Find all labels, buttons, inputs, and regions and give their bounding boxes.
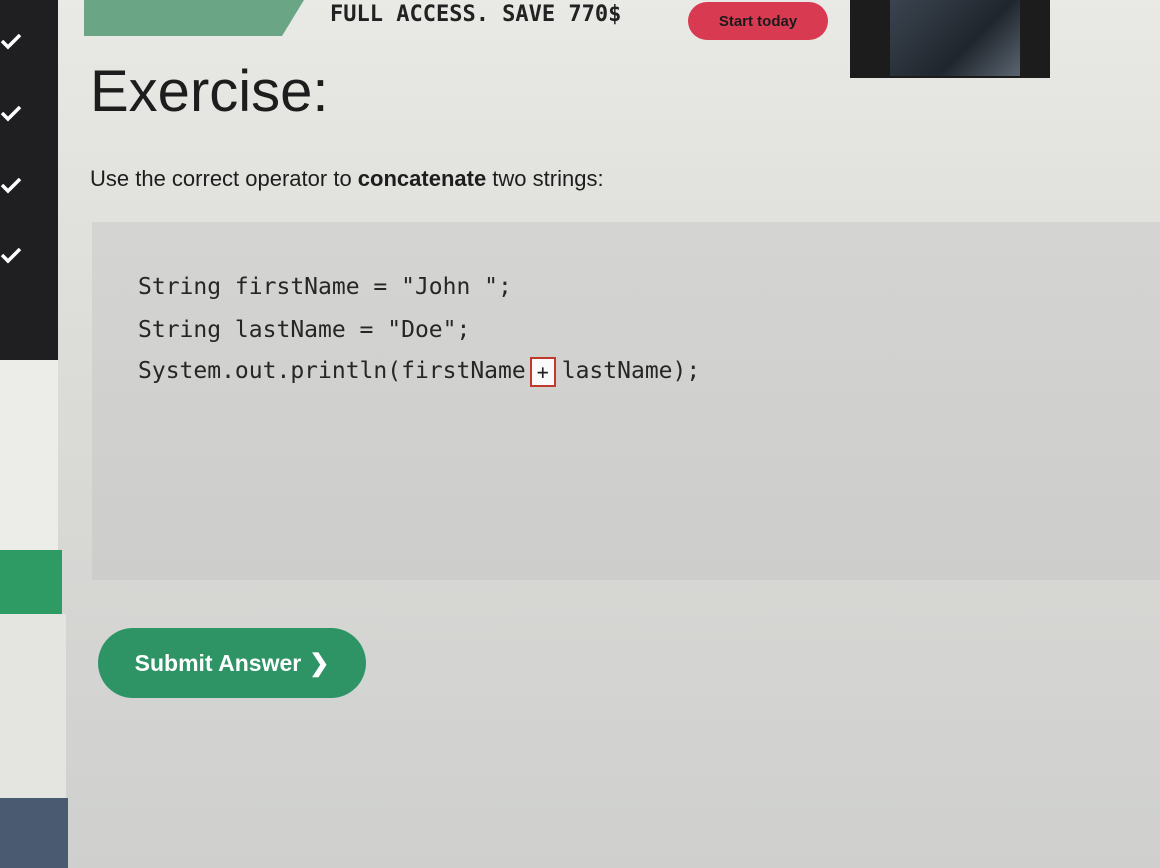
- code-line-1: String firstName = "John ";: [138, 274, 512, 300]
- code-line-3-before: System.out.println(firstName: [138, 358, 526, 384]
- checkmark-icon: [0, 104, 22, 122]
- promo-photo: [890, 0, 1020, 76]
- submit-answer-label: Submit Answer: [134, 649, 302, 676]
- code-line-2: String lastName = "Doe";: [138, 317, 471, 343]
- answer-input[interactable]: [529, 356, 556, 387]
- submit-answer-button[interactable]: Submit Answer ❯: [98, 628, 366, 698]
- sidebar-item-active[interactable]: [0, 550, 62, 614]
- sidebar-item[interactable]: [0, 798, 68, 868]
- promo-image: [850, 0, 1050, 78]
- instruction-keyword: concatenate: [357, 166, 487, 191]
- sidebar-item[interactable]: [0, 614, 66, 798]
- code-line-3: System.out.println(firstName lastName);: [138, 356, 700, 387]
- exercise-instruction: Use the correct operator to concatenate …: [90, 166, 604, 192]
- checkmark-icon: [0, 176, 22, 194]
- sidebar: [0, 0, 68, 868]
- promo-text: FULL ACCESS. SAVE 770$: [330, 2, 622, 27]
- start-today-button[interactable]: Start today: [688, 2, 828, 40]
- promo-banner-left: [84, 0, 304, 36]
- instruction-prefix: Use the correct operator to: [90, 166, 358, 191]
- instruction-suffix: two strings:: [486, 166, 604, 191]
- exercise-title: Exercise:: [90, 59, 329, 124]
- sidebar-item[interactable]: [0, 360, 58, 550]
- checkmark-icon: [0, 246, 22, 264]
- checkmark-icon: [0, 32, 22, 50]
- code-line-3-after: lastName);: [561, 358, 701, 384]
- chevron-right-icon: ❯: [309, 649, 330, 677]
- code-block: String firstName = "John "; String lastN…: [92, 222, 1160, 580]
